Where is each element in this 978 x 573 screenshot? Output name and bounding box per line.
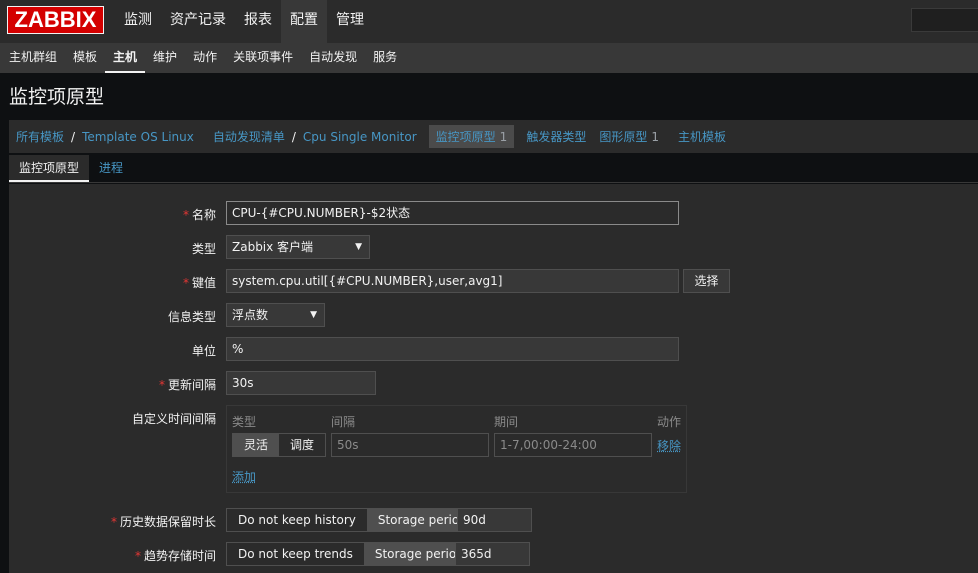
custom-interval-label: 自定义时间间隔 (131, 412, 216, 426)
interval-col-action: 动作 (657, 415, 682, 429)
top-menu: 监测 资产记录 报表 配置 管理 (115, 0, 373, 43)
global-search-input[interactable] (911, 8, 978, 32)
subnav-host-groups[interactable]: 主机群组 (0, 43, 65, 73)
subnav-discovery[interactable]: 自动发现 (301, 43, 365, 73)
interval-label: * 更新间隔 (158, 378, 216, 392)
subnav-maintenance[interactable]: 维护 (145, 43, 185, 73)
interval-type-flexible[interactable]: 灵活 (233, 434, 280, 456)
dropdown-arrow-icon: ▼ (355, 242, 362, 252)
info-type-select[interactable]: 浮点数 ▼ (226, 303, 325, 327)
top-navigation: ZABBIX 监测 资产记录 报表 配置 管理 (0, 0, 978, 43)
name-label: * 名称 (182, 208, 216, 222)
breadcrumb-discovery-list[interactable]: 自动发现清单 (213, 128, 285, 145)
custom-period-input[interactable]: 1-7,00:00-24:00 (494, 433, 652, 457)
trends-no-keep-button[interactable]: Do not keep trends (227, 543, 364, 565)
subnav-templates[interactable]: 模板 (65, 43, 105, 73)
name-input[interactable]: CPU-{#CPU.NUMBER}-$2状态 (226, 201, 679, 225)
history-toggle: Do not keep history Storage period (226, 508, 479, 532)
form-tabs: 监控项原型 进程 (9, 155, 978, 183)
topnav-inventory[interactable]: 资产记录 (161, 0, 235, 43)
topnav-monitoring[interactable]: 监测 (115, 0, 161, 43)
history-period-input[interactable]: 90d (457, 508, 532, 532)
breadcrumb-separator: / (71, 129, 76, 144)
dropdown-arrow-icon: ▼ (310, 310, 317, 320)
trends-toggle: Do not keep trends Storage period (226, 542, 476, 566)
subnav-hosts[interactable]: 主机 (105, 43, 146, 73)
key-label: * 键值 (182, 276, 216, 290)
topnav-reports[interactable]: 报表 (235, 0, 281, 43)
interval-col-period: 期间 (494, 415, 519, 429)
trends-period-input[interactable]: 365d (455, 542, 530, 566)
add-interval-link[interactable]: 添加 (232, 468, 256, 485)
breadcrumb-trigger-types[interactable]: 触发器类型 (526, 128, 586, 145)
units-input[interactable]: % (226, 337, 679, 361)
page-title: 监控项原型 (9, 86, 105, 108)
type-label: 类型 (191, 242, 216, 256)
key-input[interactable]: system.cpu.util[{#CPU.NUMBER},user,avg1] (226, 269, 679, 293)
topnav-administration[interactable]: 管理 (327, 0, 373, 43)
trends-label: * 趋势存储时间 (134, 549, 216, 563)
subnav-actions[interactable]: 动作 (185, 43, 225, 73)
subnav-correlation[interactable]: 关联项事件 (225, 43, 301, 73)
breadcrumb-separator: / (291, 129, 296, 144)
key-select-button[interactable]: 选择 (683, 269, 730, 293)
interval-type-scheduling[interactable]: 调度 (279, 434, 326, 456)
custom-intervals-table: 类型 间隔 期间 动作 灵活 调度 50s 1-7,00:00-24:00 移除… (226, 405, 687, 493)
breadcrumb-graph-prototypes[interactable]: 图形原型 1 (599, 128, 659, 145)
breadcrumb-host-templates[interactable]: 主机模板 (678, 128, 726, 145)
interval-type-toggle: 灵活 调度 (232, 433, 327, 457)
history-no-keep-button[interactable]: Do not keep history (227, 509, 367, 531)
remove-interval-link[interactable]: 移除 (657, 437, 681, 454)
topnav-configuration[interactable]: 配置 (281, 0, 327, 43)
breadcrumb-item-prototypes[interactable]: 监控项原型 1 (428, 125, 515, 148)
tab-item-prototype[interactable]: 监控项原型 (9, 155, 90, 182)
interval-col-interval: 间隔 (331, 415, 356, 429)
subnav-services[interactable]: 服务 (365, 43, 405, 73)
zabbix-logo[interactable]: ZABBIX (7, 6, 104, 34)
interval-col-type: 类型 (232, 415, 257, 429)
breadcrumb-discovery-rule[interactable]: Cpu Single Monitor (303, 130, 417, 144)
breadcrumb-template[interactable]: Template OS Linux (82, 130, 194, 144)
tab-process[interactable]: 进程 (89, 155, 133, 182)
custom-interval-input[interactable]: 50s (331, 433, 489, 457)
history-label: * 历史数据保留时长 (110, 515, 216, 529)
sub-navigation: 主机群组 模板 主机 维护 动作 关联项事件 自动发现 服务 (0, 43, 978, 73)
breadcrumb-all-templates[interactable]: 所有模板 (16, 128, 64, 145)
breadcrumb: 所有模板 / Template OS Linux 自动发现清单 / Cpu Si… (9, 120, 978, 153)
type-select[interactable]: Zabbix 客户端 ▼ (226, 235, 370, 259)
units-label: 单位 (191, 344, 216, 358)
update-interval-input[interactable]: 30s (226, 371, 376, 395)
info-type-label: 信息类型 (167, 310, 216, 324)
